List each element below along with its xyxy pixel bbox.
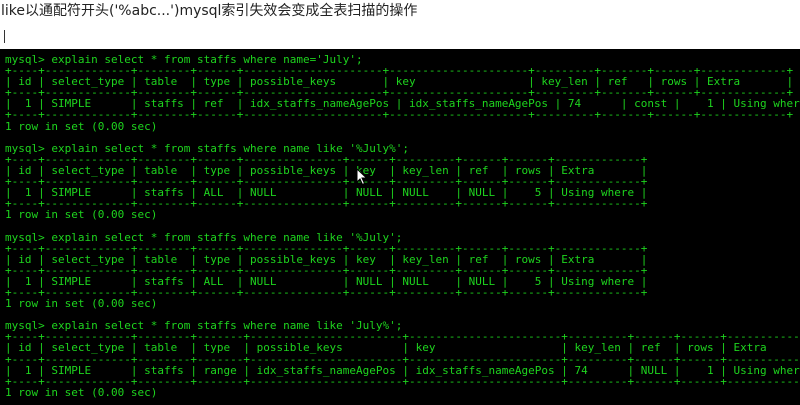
mysql-terminal[interactable]: mysql> explain select * from staffs wher… [0,49,800,405]
terminal-line: 1 row in set (0.00 sec) [5,119,158,133]
text-caret [4,30,5,43]
terminal-line: 1 row in set (0.00 sec) [5,208,158,222]
terminal-output: mysql> explain select * from staffs wher… [5,54,800,398]
terminal-line: 1 row in set (0.00 sec) [5,297,158,311]
terminal-line: +----+-------------+--------+-------+---… [5,352,800,366]
terminal-line: 1 row in set (0.00 sec) [5,385,158,399]
terminal-line: | id | select_type | table | type | poss… [5,341,800,355]
article-heading: like以通配符开头('%abc...')mysql索引失效会变成全表扫描的操作 [1,3,418,19]
mouse-pointer-icon [356,168,368,186]
terminal-line: mysql> explain select * from staffs wher… [5,230,403,244]
terminal-line: +----+-------------+--------+------+----… [5,108,794,122]
